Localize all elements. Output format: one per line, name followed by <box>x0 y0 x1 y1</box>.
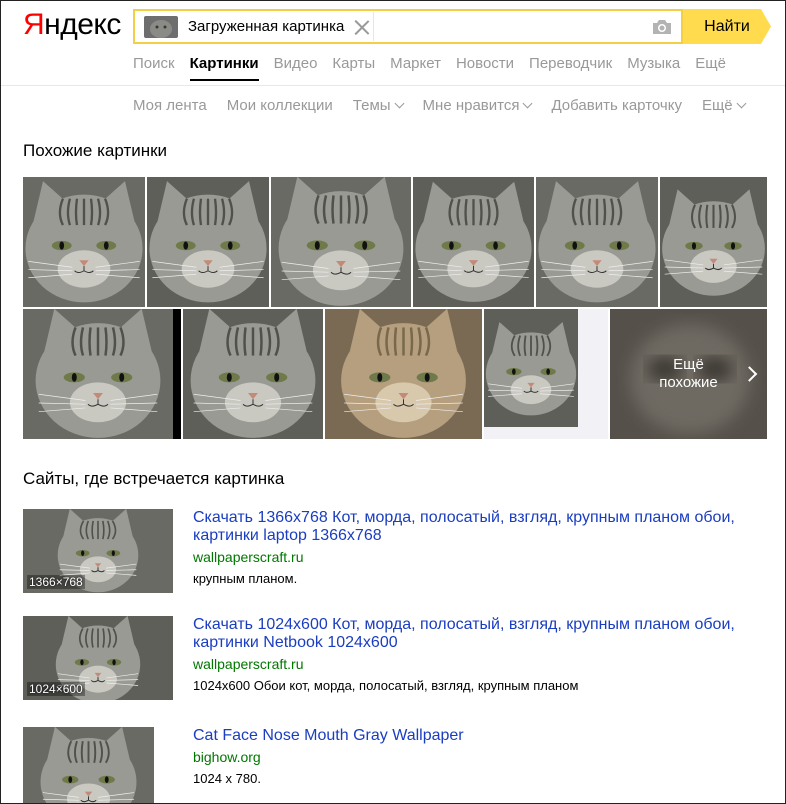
chevron-down-icon <box>523 98 533 109</box>
result-title-link[interactable]: Скачать 1024x600 Кот, морда, полосатый, … <box>193 616 753 652</box>
result-description: 1024 x 780. <box>193 771 261 786</box>
result-description: крупным планом. <box>193 571 298 586</box>
camera-icon[interactable] <box>651 18 673 36</box>
similar-image[interactable] <box>23 309 181 439</box>
similar-image[interactable] <box>413 177 534 307</box>
subnav-label: Мои коллекции <box>226 97 333 114</box>
similar-image[interactable] <box>147 177 269 307</box>
search-bar: Загруженная картинка <box>133 9 683 44</box>
more-similar-button[interactable]: Ещё похожие <box>610 309 767 439</box>
search-input[interactable] <box>374 11 651 42</box>
nav-item[interactable]: Карты <box>332 55 375 72</box>
subnav-label: Моя лента <box>133 97 207 114</box>
nav-item[interactable]: Ещё <box>695 55 726 72</box>
uploaded-image-thumbnail <box>144 15 178 38</box>
yandex-images-page: Яндекс Загруженная картинка Найти Поиск К… <box>0 0 786 804</box>
logo-first-letter: Я <box>23 8 45 41</box>
sites-heading: Сайты, где встречается картинка <box>23 469 285 488</box>
more-line-1: Ещё <box>673 356 704 373</box>
nav-item[interactable]: Новости <box>456 55 514 72</box>
similar-images-heading: Похожие картинки <box>23 141 168 160</box>
more-line-2: похожие <box>659 374 718 391</box>
subnav-label: Добавить карточку <box>551 97 682 114</box>
subnav-item[interactable]: Моя лента <box>133 97 207 114</box>
subnav-item[interactable]: Темы <box>352 97 404 114</box>
result-thumbnail[interactable]: 1366×768 <box>23 509 173 593</box>
subnav-item[interactable]: Ещё <box>701 97 747 114</box>
subnav-item[interactable]: Добавить карточку <box>551 97 681 114</box>
similar-image-lynx[interactable] <box>325 309 482 439</box>
find-button[interactable]: Найти <box>683 9 771 44</box>
subnav-label: Ещё <box>701 97 733 114</box>
result-url[interactable]: wallpaperscraft.ru <box>193 656 304 672</box>
similar-image-page[interactable] <box>484 309 608 439</box>
result-title-link[interactable]: Cat Face Nose Mouth Gray Wallpaper <box>193 727 753 745</box>
result-title-link[interactable]: Скачать 1366x768 Кот, морда, полосатый, … <box>193 509 753 545</box>
chevron-down-icon <box>736 98 747 109</box>
result-thumbnail[interactable] <box>23 727 154 803</box>
result-thumbnail[interactable]: 1024×600 <box>23 616 173 700</box>
similar-image[interactable] <box>536 177 658 307</box>
nav-item[interactable]: Музыка <box>627 55 680 72</box>
similar-image[interactable] <box>660 177 767 307</box>
subnav-item[interactable]: Мне нравится <box>422 97 533 114</box>
yandex-logo[interactable]: Яндекс <box>23 7 121 43</box>
similar-image[interactable] <box>271 177 411 307</box>
result-description: 1024x600 Обои кот, морда, полосатый, взг… <box>193 678 579 693</box>
logo-rest: ндекс <box>44 8 121 41</box>
uploaded-image-chip[interactable]: Загруженная картинка <box>144 12 374 41</box>
nav-item[interactable]: Переводчик <box>529 55 612 72</box>
uploaded-image-label: Загруженная картинка <box>188 18 345 35</box>
similar-image[interactable] <box>23 177 145 307</box>
nav-item[interactable]: Поиск <box>133 55 175 72</box>
result-url[interactable]: wallpaperscraft.ru <box>193 549 304 565</box>
header-divider <box>1 85 785 86</box>
nav-item[interactable]: Маркет <box>390 55 441 72</box>
similar-image[interactable] <box>183 309 323 439</box>
services-nav: Поиск Картинки Видео Карты Маркет Новости Пере… <box>133 55 741 81</box>
result-url[interactable]: bighow.org <box>193 749 261 765</box>
similar-images-grid: Ещё похожие <box>23 177 767 439</box>
page-scan-decoration <box>580 309 608 439</box>
image-size-label: 1024×600 <box>27 682 85 696</box>
subnav-label: Мне нравится <box>422 97 520 114</box>
chevron-down-icon <box>394 98 404 109</box>
images-subnav: Моя лента Мои коллекции Темы Мне нравится До… <box>133 97 765 114</box>
subnav-label: Темы <box>352 97 391 114</box>
more-similar-label: Ещё похожие <box>659 356 718 392</box>
nav-item[interactable]: Видео <box>274 55 318 72</box>
close-icon[interactable] <box>354 19 370 35</box>
subnav-item[interactable]: Мои коллекции <box>227 97 333 114</box>
image-size-label: 1366×768 <box>27 575 85 589</box>
nav-item[interactable]: Картинки <box>189 55 259 81</box>
